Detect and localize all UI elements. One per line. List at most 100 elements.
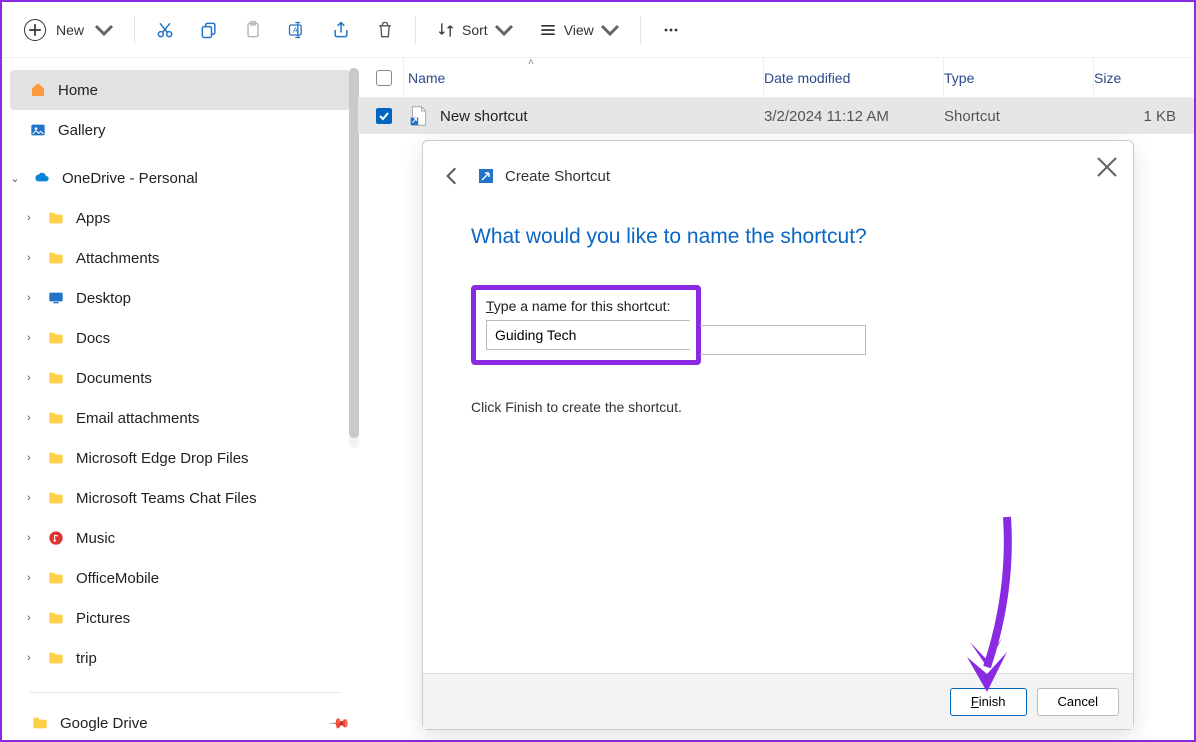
sidebar-label: trip [76,650,97,667]
sidebar-label: Home [58,82,98,99]
folder-icon [46,250,66,266]
rename-icon: A [287,20,307,40]
sidebar-item-folder[interactable]: ›Documents [2,358,358,398]
dialog-close-button[interactable] [1095,155,1119,179]
sidebar-item-folder[interactable]: ›Desktop [2,278,358,318]
chevron-down-icon [94,20,114,40]
sidebar-item-folder[interactable]: › trip [2,638,358,678]
copy-button[interactable] [189,12,229,48]
column-size[interactable]: Size [1094,58,1194,97]
new-button[interactable]: New [14,12,124,48]
input-extension[interactable] [700,325,866,355]
chevron-down-icon [494,20,514,40]
dialog-header: Create Shortcut [423,141,1133,197]
shortcut-name-label: Type a name for this shortcut: [486,298,686,314]
scissors-icon [155,20,175,40]
trash-icon [375,20,395,40]
dialog-body: What would you like to name the shortcut… [423,197,1133,673]
sidebar-item-home[interactable]: Home [10,70,350,110]
file-row[interactable]: New shortcut 3/2/2024 11:12 AM Shortcut … [358,98,1194,134]
chevron-right-icon[interactable]: › [22,332,36,344]
chevron-right-icon[interactable]: › [22,212,36,224]
dialog-title: Create Shortcut [479,168,610,185]
file-type: Shortcut [944,108,1094,125]
sidebar-item-folder[interactable]: › OfficeMobile [2,558,358,598]
sidebar-item-folder[interactable]: ›Attachments [2,238,358,278]
shortcut-file-icon [410,106,428,126]
column-date[interactable]: Date modified [764,58,944,97]
sidebar-label: Music [76,530,115,547]
column-type[interactable]: Type [944,58,1094,97]
share-button[interactable] [321,12,361,48]
folder-icon [46,330,66,346]
file-date: 3/2/2024 11:12 AM [764,108,944,125]
select-all-checkbox[interactable] [364,58,404,97]
chevron-down-icon[interactable]: ⌄ [8,172,22,185]
view-label: View [564,22,594,38]
list-icon [538,20,558,40]
sidebar-label: Apps [76,210,110,227]
chevron-right-icon[interactable]: › [22,532,36,544]
sidebar-label: OfficeMobile [76,570,159,587]
sidebar-label: Microsoft Teams Chat Files [76,490,257,507]
chevron-down-icon [600,20,620,40]
highlight-annotation: Type a name for this shortcut: [471,285,701,365]
paste-button[interactable] [233,12,273,48]
svg-text:A: A [293,25,298,34]
sidebar-item-folder[interactable]: ›Pictures [2,598,358,638]
sidebar-item-folder[interactable]: › Docs [2,318,358,358]
chevron-right-icon[interactable]: › [22,572,36,584]
dialog-title-text: Create Shortcut [505,168,610,185]
sidebar-label: Google Drive [60,715,148,732]
file-name: New shortcut [436,108,764,125]
arrow-left-icon [441,165,463,187]
cut-button[interactable] [145,12,185,48]
row-checkbox[interactable] [364,108,404,124]
chevron-right-icon[interactable]: › [22,372,36,384]
sidebar-item-folder[interactable]: › Music [2,518,358,558]
sidebar-label: Gallery [58,122,106,139]
sidebar-item-folder[interactable]: › Apps [2,198,358,238]
folder-icon [46,650,66,666]
back-button[interactable] [441,165,463,187]
delete-button[interactable] [365,12,405,48]
view-button[interactable]: View [528,12,630,48]
sort-indicator-icon: ˄ [528,57,534,68]
chevron-right-icon[interactable]: › [22,652,36,664]
clipboard-icon [243,20,263,40]
chevron-right-icon[interactable]: › [22,492,36,504]
pin-icon[interactable]: 📌 [327,711,351,735]
sort-button[interactable]: Sort [426,12,524,48]
folder-icon [46,210,66,226]
close-icon [1095,155,1119,179]
chevron-right-icon[interactable]: › [22,292,36,304]
sidebar-item-folder[interactable]: › Microsoft Edge Drop Files [2,438,358,478]
sidebar-item-googledrive[interactable]: Google Drive 📌 [2,703,358,740]
finish-button[interactable]: Finish [950,688,1027,716]
column-name[interactable]: Name [404,58,764,97]
chevron-right-icon[interactable]: › [22,452,36,464]
more-button[interactable] [651,12,691,48]
desktop-icon [46,290,66,306]
ellipsis-icon [661,20,681,40]
toolbar: New A Sort View [2,2,1194,58]
separator [134,16,135,44]
cancel-button[interactable]: Cancel [1037,688,1119,716]
sidebar-item-onedrive[interactable]: ⌄ OneDrive - Personal [2,158,358,198]
chevron-right-icon[interactable]: › [22,412,36,424]
chevron-right-icon[interactable]: › [22,612,36,624]
shortcut-name-input[interactable] [486,320,690,350]
sort-label: Sort [462,22,488,38]
sidebar-label: Microsoft Edge Drop Files [76,450,249,467]
chevron-right-icon[interactable]: › [22,252,36,264]
folder-icon [46,570,66,586]
copy-icon [199,20,219,40]
rename-button[interactable]: A [277,12,317,48]
sidebar-label: Docs [76,330,110,347]
dialog-footer: Finish Cancel [423,673,1133,729]
sidebar-item-folder[interactable]: ›Email attachments [2,398,358,438]
music-icon [46,530,66,546]
sidebar-item-gallery[interactable]: Gallery [2,110,358,150]
folder-icon [46,450,66,466]
sidebar-item-folder[interactable]: › Microsoft Teams Chat Files [2,478,358,518]
